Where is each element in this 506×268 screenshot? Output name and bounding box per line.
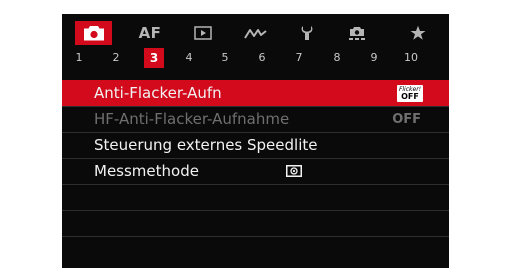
page-3[interactable]: 3 [144, 48, 164, 68]
menu-item-label: HF-Anti-Flacker-Aufnahme [94, 110, 290, 128]
menu-tab-bar: AF [62, 21, 449, 45]
page-1[interactable]: 1 [70, 48, 88, 68]
tab-af-label: AF [138, 24, 162, 42]
empty-menu-row [62, 210, 449, 236]
menu-item-metering-mode[interactable]: Messmethode [62, 158, 449, 184]
camera-icon [83, 26, 104, 41]
evaluative-metering-icon [286, 165, 302, 177]
page-8[interactable]: 8 [328, 48, 346, 68]
tab-shooting[interactable] [75, 21, 112, 45]
tab-my-menu[interactable] [403, 21, 433, 45]
empty-menu-row [62, 236, 449, 262]
playback-icon [194, 26, 212, 40]
page-4[interactable]: 4 [180, 48, 198, 68]
menu-item-external-speedlite[interactable]: Steuerung externes Speedlite [62, 132, 449, 158]
menu-item-hf-anti-flicker[interactable]: HF-Anti-Flacker-Aufnahme OFF [62, 106, 449, 132]
menu-page-indicator: 1 2 3 4 5 6 7 8 9 10 [62, 48, 449, 68]
menu-item-label: Steuerung externes Speedlite [94, 136, 318, 154]
empty-menu-row [62, 184, 449, 210]
menu-item-label: Messmethode [94, 162, 199, 180]
wireless-icon [244, 29, 267, 39]
camera-menu-screen: AF 1 2 3 4 5 6 7 8 9 10 Anti-Flacker-Auf… [62, 14, 449, 268]
page-6[interactable]: 6 [253, 48, 271, 68]
page-7[interactable]: 7 [290, 48, 308, 68]
tab-setup[interactable] [292, 21, 322, 45]
page-9[interactable]: 9 [365, 48, 383, 68]
menu-item-anti-flicker[interactable]: Anti-Flacker-Aufn Flicker! OFF [62, 80, 449, 106]
star-icon [410, 25, 426, 40]
flicker-badge-bottom: OFF [401, 92, 419, 101]
flicker-off-badge: Flicker! OFF [397, 85, 423, 102]
page-10[interactable]: 10 [400, 48, 422, 68]
menu-item-label: Anti-Flacker-Aufn [94, 84, 222, 102]
tab-wireless[interactable] [239, 21, 273, 45]
tab-playback[interactable] [187, 21, 219, 45]
wrench-icon [301, 26, 313, 40]
menu-item-value: OFF [392, 112, 421, 127]
menu-list: Anti-Flacker-Aufn Flicker! OFF HF-Anti-F… [62, 80, 449, 262]
page-2[interactable]: 2 [107, 48, 125, 68]
page-5[interactable]: 5 [216, 48, 234, 68]
tab-af[interactable]: AF [132, 21, 168, 45]
custom-function-icon [349, 27, 365, 40]
tab-custom-functions[interactable] [341, 21, 373, 45]
